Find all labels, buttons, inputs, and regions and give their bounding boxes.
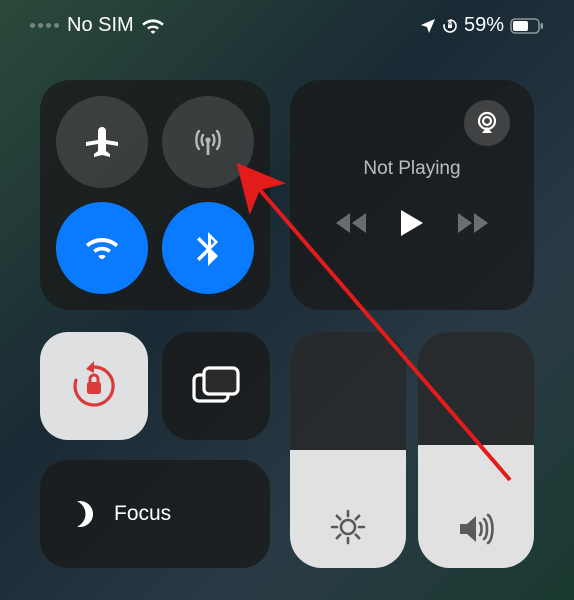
bluetooth-icon bbox=[187, 227, 229, 269]
brightness-slider[interactable] bbox=[290, 332, 406, 568]
carrier-label: No SIM bbox=[67, 14, 134, 37]
volume-icon bbox=[456, 512, 496, 546]
wifi-toggle[interactable] bbox=[56, 202, 148, 294]
focus-label: Focus bbox=[114, 502, 171, 526]
airplane-icon bbox=[82, 122, 122, 162]
battery-icon bbox=[510, 18, 544, 34]
cellular-signal-icon bbox=[30, 23, 59, 28]
volume-slider[interactable] bbox=[418, 332, 534, 568]
connectivity-panel[interactable] bbox=[40, 80, 270, 310]
cellular-data-toggle[interactable] bbox=[162, 96, 254, 188]
airplay-icon bbox=[474, 110, 500, 136]
volume-fill bbox=[418, 445, 534, 568]
status-right: 59% bbox=[420, 14, 544, 37]
screen-mirroring-button[interactable] bbox=[162, 332, 270, 440]
bluetooth-toggle[interactable] bbox=[162, 202, 254, 294]
rotation-lock-status-icon bbox=[442, 18, 458, 34]
moon-icon bbox=[64, 498, 96, 530]
previous-track-button[interactable] bbox=[334, 211, 368, 235]
media-panel[interactable]: Not Playing bbox=[290, 80, 534, 310]
brightness-icon bbox=[329, 508, 367, 546]
play-button[interactable] bbox=[398, 208, 426, 238]
cellular-antenna-icon bbox=[187, 121, 229, 163]
wifi-status-icon bbox=[142, 18, 164, 34]
rotation-lock-icon bbox=[68, 360, 120, 412]
rotation-lock-toggle[interactable] bbox=[40, 332, 148, 440]
status-bar: No SIM 59% bbox=[0, 0, 574, 45]
next-track-button[interactable] bbox=[456, 211, 490, 235]
screen-mirroring-icon bbox=[191, 365, 241, 407]
airplay-button[interactable] bbox=[464, 100, 510, 146]
battery-pct-label: 59% bbox=[464, 14, 504, 37]
wifi-icon bbox=[81, 227, 123, 269]
airplane-mode-toggle[interactable] bbox=[56, 96, 148, 188]
focus-button[interactable]: Focus bbox=[40, 460, 270, 568]
status-left: No SIM bbox=[30, 14, 164, 37]
now-playing-label: Not Playing bbox=[308, 158, 516, 180]
location-icon bbox=[420, 18, 436, 34]
